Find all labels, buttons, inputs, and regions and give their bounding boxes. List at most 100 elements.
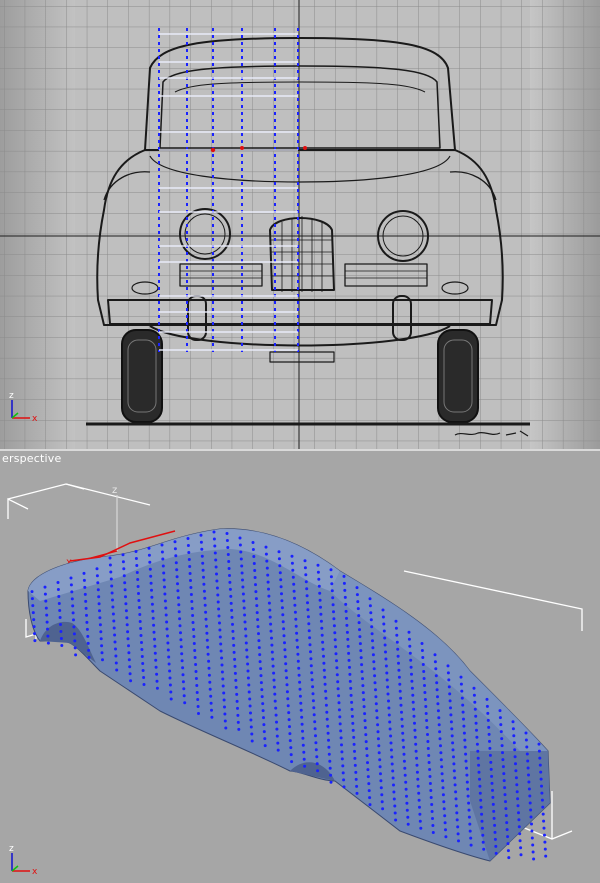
mesh-vertex[interactable] <box>286 697 290 701</box>
mesh-vertex[interactable] <box>189 579 192 582</box>
mesh-vertex[interactable] <box>430 803 434 806</box>
mesh-vertex[interactable] <box>57 602 61 605</box>
mesh-vertex[interactable] <box>417 791 421 795</box>
mesh-vertex[interactable] <box>345 630 349 634</box>
mesh-vertex[interactable] <box>142 676 146 679</box>
mesh-vertex[interactable] <box>265 559 269 563</box>
mesh-vertex[interactable] <box>379 779 383 783</box>
mesh-vertex[interactable] <box>161 557 165 561</box>
mesh-vertex[interactable] <box>259 674 263 678</box>
mesh-vertex[interactable] <box>72 632 76 636</box>
mesh-vertex[interactable] <box>363 719 367 723</box>
mesh-vertex[interactable] <box>452 762 456 766</box>
mesh-vertex[interactable] <box>165 620 169 624</box>
mesh-vertex[interactable] <box>427 754 431 757</box>
mesh-vertex[interactable] <box>421 656 425 659</box>
mesh-vertex[interactable] <box>216 593 220 597</box>
mesh-vertex[interactable] <box>95 574 99 578</box>
mesh-vertex[interactable] <box>196 705 200 708</box>
mesh-vertex[interactable] <box>438 730 442 734</box>
mesh-vertex[interactable] <box>528 794 532 798</box>
mesh-vertex[interactable] <box>262 723 266 727</box>
mesh-vertex[interactable] <box>541 805 545 809</box>
mesh-vertex[interactable] <box>417 798 421 802</box>
mesh-vertex[interactable] <box>363 726 367 730</box>
mesh-vertex[interactable] <box>381 807 385 811</box>
mesh-vertex[interactable] <box>337 708 341 712</box>
mesh-vertex[interactable] <box>311 685 315 689</box>
mesh-vertex[interactable] <box>297 666 301 670</box>
mesh-vertex[interactable] <box>544 854 548 858</box>
mesh-vertex[interactable] <box>431 824 435 827</box>
mesh-vertex[interactable] <box>316 570 320 574</box>
mesh-vertex[interactable] <box>153 644 157 648</box>
mesh-vertex[interactable] <box>344 602 348 606</box>
mesh-vertex[interactable] <box>205 631 209 635</box>
mesh-vertex[interactable] <box>507 856 511 860</box>
mesh-vertex[interactable] <box>331 596 335 600</box>
mesh-vertex[interactable] <box>373 674 377 678</box>
mesh-vertex[interactable] <box>336 680 340 684</box>
mesh-vertex[interactable] <box>468 829 472 833</box>
mesh-vertex[interactable] <box>253 576 257 579</box>
mesh-vertex[interactable] <box>209 694 213 698</box>
mesh-vertex[interactable] <box>124 595 127 599</box>
mesh-vertex[interactable] <box>264 545 268 549</box>
mesh-vertex[interactable] <box>296 645 299 649</box>
mesh-vertex[interactable] <box>114 661 118 665</box>
mesh-vertex[interactable] <box>382 622 386 626</box>
mesh-vertex[interactable] <box>264 552 268 556</box>
mesh-vertex[interactable] <box>364 740 368 744</box>
mesh-vertex[interactable] <box>84 599 88 603</box>
mesh-vertex[interactable] <box>447 678 451 682</box>
mesh-vertex[interactable] <box>409 665 413 669</box>
mesh-vertex[interactable] <box>179 645 183 649</box>
mesh-vertex[interactable] <box>438 737 442 741</box>
mesh-vertex[interactable] <box>408 644 412 648</box>
mesh-vertex[interactable] <box>109 577 113 581</box>
mesh-vertex[interactable] <box>168 669 172 673</box>
mesh-vertex[interactable] <box>480 826 484 830</box>
mesh-vertex[interactable] <box>348 679 352 683</box>
mesh-vertex[interactable] <box>454 797 458 801</box>
perspective-viewport-label[interactable]: erspective <box>2 452 61 465</box>
mesh-vertex[interactable] <box>413 721 416 725</box>
mesh-vertex[interactable] <box>410 672 413 676</box>
mesh-vertex[interactable] <box>345 616 348 620</box>
mesh-vertex[interactable] <box>151 616 155 620</box>
mesh-vertex[interactable] <box>369 618 373 622</box>
mesh-vertex[interactable] <box>367 789 371 793</box>
mesh-vertex[interactable] <box>403 773 407 777</box>
mesh-vertex[interactable] <box>98 616 102 620</box>
mesh-vertex[interactable] <box>46 641 50 645</box>
mesh-vertex[interactable] <box>308 636 312 640</box>
mesh-vertex[interactable] <box>121 560 125 564</box>
mesh-vertex[interactable] <box>260 695 264 699</box>
mesh-vertex[interactable] <box>390 755 394 759</box>
mesh-vertex[interactable] <box>418 819 422 823</box>
mesh-vertex[interactable] <box>353 763 357 767</box>
mesh-vertex[interactable] <box>325 717 329 721</box>
mesh-vertex[interactable] <box>311 699 315 703</box>
mesh-vertex[interactable] <box>215 579 219 583</box>
mesh-vertex[interactable] <box>502 772 506 776</box>
mesh-vertex[interactable] <box>449 706 452 710</box>
mesh-vertex[interactable] <box>537 742 541 746</box>
mesh-vertex[interactable] <box>280 599 284 603</box>
mesh-vertex[interactable] <box>542 826 546 830</box>
mesh-vertex[interactable] <box>218 621 221 625</box>
mesh-vertex[interactable] <box>288 739 292 743</box>
mesh-vertex[interactable] <box>437 723 441 727</box>
mesh-vertex[interactable] <box>267 601 271 605</box>
mesh-vertex[interactable] <box>324 689 328 693</box>
mesh-vertex[interactable] <box>163 599 167 603</box>
mesh-vertex[interactable] <box>220 656 224 660</box>
mesh-vertex[interactable] <box>122 567 126 571</box>
mesh-vertex[interactable] <box>251 548 255 551</box>
mesh-vertex[interactable] <box>230 615 234 619</box>
mesh-vertex[interactable] <box>454 790 458 794</box>
mesh-vertex[interactable] <box>222 698 226 702</box>
mesh-vertex[interactable] <box>190 607 194 610</box>
mesh-vertex[interactable] <box>424 705 428 708</box>
mesh-vertex[interactable] <box>260 688 264 692</box>
